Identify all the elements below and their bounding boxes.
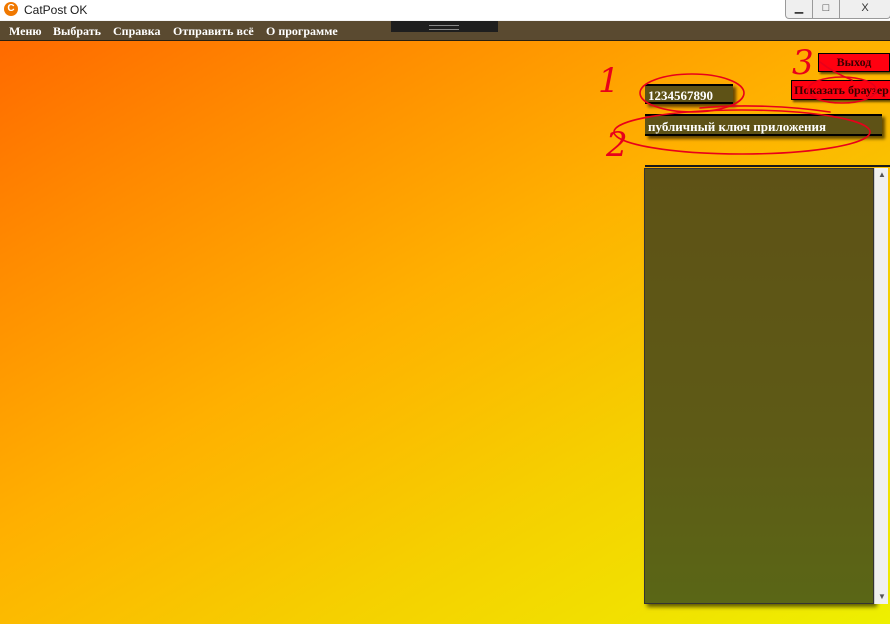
annotation-number-1: 1 [598,61,620,101]
app-id-field[interactable]: 1234567890 [645,84,733,104]
maximize-icon: □ [822,2,830,14]
scroll-down-icon[interactable]: ▼ [877,592,887,602]
close-button[interactable]: X [839,0,890,19]
annotation-number-3: 3 [792,43,814,83]
annotation-number-2: 2 [606,125,628,165]
window-title: CatPost OK [24,3,88,17]
menu-item-about[interactable]: О программе [266,23,338,39]
menu-item-send-all[interactable]: Отправить всё [173,23,254,39]
menu-item-select[interactable]: Выбрать [53,23,101,39]
menu-item-help[interactable]: Справка [113,23,160,39]
maximize-button[interactable]: □ [812,0,840,19]
log-scrollbar[interactable]: ▲ ▼ [874,168,888,604]
panel-divider [645,165,890,167]
minimize-button[interactable]: ▁ [785,0,813,19]
exit-button[interactable]: Выход [818,53,890,72]
menu-item-menu[interactable]: Меню [9,23,42,39]
title-bar: C CatPost OK ▁ □ X [0,0,890,20]
public-key-field[interactable]: публичный ключ приложения [645,114,882,136]
log-textarea[interactable] [644,168,874,604]
drag-handle[interactable] [391,21,498,32]
show-browser-button[interactable]: Показать браузер [791,80,890,100]
close-icon: X [861,2,869,14]
catpost-icon: C [4,2,18,16]
minimize-icon: ▁ [794,2,804,14]
scroll-up-icon[interactable]: ▲ [877,170,887,180]
